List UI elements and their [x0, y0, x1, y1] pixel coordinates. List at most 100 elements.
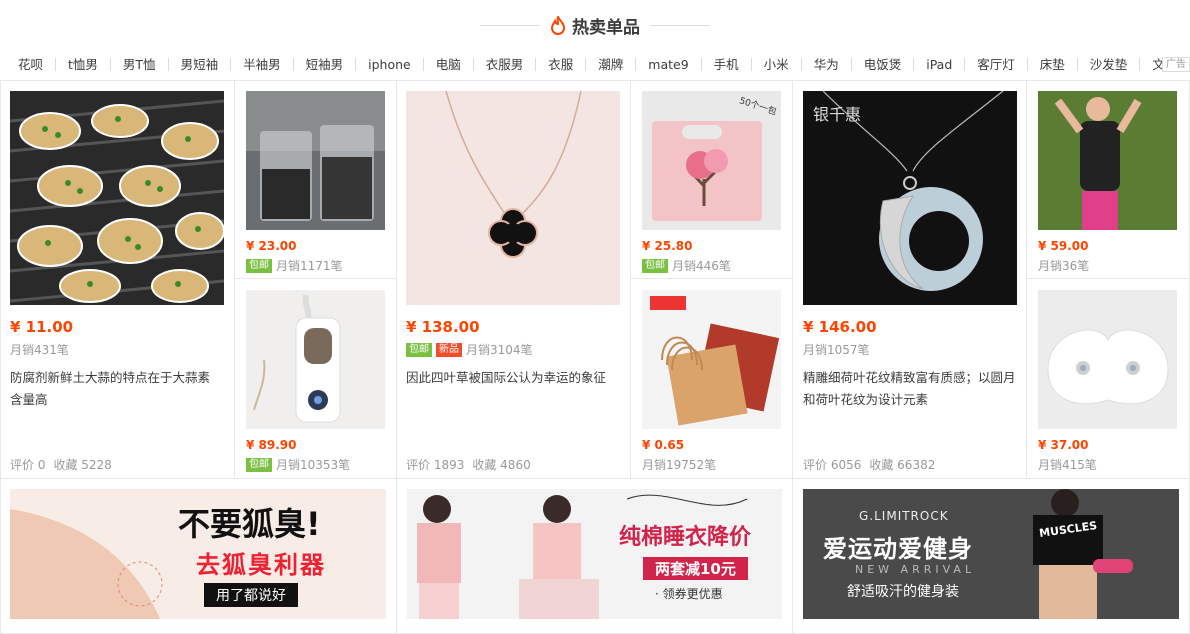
hot-tag[interactable]: 小米	[752, 57, 802, 71]
hot-tag[interactable]: 男T恤	[111, 57, 169, 71]
product-sales: 月销1057笔	[803, 341, 870, 358]
product-stats: 评价 0 收藏 5228	[10, 456, 120, 473]
product-sales: 月销36笔	[1038, 257, 1089, 274]
product-sales: 包邮 月销446笔	[642, 257, 731, 274]
hot-tag[interactable]: 手机	[702, 57, 752, 71]
sportswear-image[interactable]	[1038, 91, 1177, 230]
product-card-bag-pink[interactable]: 50个一包 ¥ 25.80 包邮 月销446笔	[631, 80, 793, 279]
banner-tag: · 领券更优惠	[655, 587, 723, 601]
product-price: ¥ 37.00	[1038, 438, 1089, 452]
divider-left	[480, 24, 540, 26]
product-stats: 评价 1893 收藏 4860	[406, 456, 539, 473]
hot-tag[interactable]: 华为	[802, 57, 852, 71]
product-price: ¥ 59.00	[1038, 239, 1089, 253]
rating-count: 评价 1893	[406, 458, 465, 472]
oyster-image[interactable]	[10, 91, 224, 305]
banner-card-fitness[interactable]: G.LIMITROCK 爱运动爱健身 NEW ARRIVAL 舒适吸汗的健身装 …	[793, 479, 1190, 634]
hot-tag[interactable]: 衣服男	[474, 57, 537, 71]
hot-tag[interactable]: iphone	[356, 57, 424, 71]
hot-tag[interactable]: 床垫	[1028, 57, 1078, 71]
hot-tag[interactable]: iPad	[914, 57, 966, 71]
product-card-charcoal[interactable]: ¥ 23.00 包邮 月销1171笔	[235, 80, 397, 279]
banner-subline: 去狐臭利器	[196, 551, 326, 579]
banner-fitness-image[interactable]: G.LIMITROCK 爱运动爱健身 NEW ARRIVAL 舒适吸汗的健身装 …	[803, 489, 1179, 619]
banner-headline: 纯棉睡衣降价	[619, 525, 752, 550]
banner-subline: NEW ARRIVAL	[855, 563, 976, 576]
earrings-image[interactable]	[1038, 290, 1177, 429]
bag-kraft-image[interactable]	[642, 290, 781, 429]
bag-pink-image[interactable]: 50个一包	[642, 91, 781, 230]
favorite-count: 收藏 66382	[869, 458, 936, 472]
product-price: ¥ 89.90	[246, 438, 297, 452]
product-price: ¥ 11.00	[10, 318, 74, 336]
flame-icon	[550, 15, 566, 35]
banner-headline: 爱运动爱健身	[823, 535, 973, 563]
new-item-badge: 新品	[436, 342, 462, 357]
product-card-pendant[interactable]: 银千惠 ¥ 146.00 月销1057笔 精雕细荷叶花纹精致富有质感；以圆月和荷…	[793, 80, 1027, 479]
product-sales: 月销19752笔	[642, 456, 716, 473]
hot-tag[interactable]: t恤男	[56, 57, 111, 71]
rating-count: 评价 6056	[803, 458, 862, 472]
sales-text: 月销1057笔	[803, 343, 870, 357]
hot-tag[interactable]: 衣服	[536, 57, 587, 71]
sales-text: 月销10353笔	[276, 458, 351, 472]
hot-tag[interactable]: 电脑	[424, 57, 474, 71]
banner-pajamas-image[interactable]: 纯棉睡衣降价 两套减10元 · 领券更优惠	[407, 489, 782, 619]
section-header: 热卖单品	[0, 0, 1190, 50]
product-sales: 包邮 月销1171笔	[246, 257, 343, 274]
banner-tag: 舒适吸汗的健身装	[847, 584, 959, 600]
product-price: ¥ 25.80	[642, 239, 693, 253]
banner-subline: 两套减10元	[643, 557, 748, 580]
product-sales: 月销415笔	[1038, 456, 1097, 473]
banner-headline: 不要狐臭!	[178, 505, 321, 543]
free-shipping-badge: 包邮	[246, 258, 272, 273]
product-stats: 评价 6056 收藏 66382	[803, 456, 943, 473]
pendant-image[interactable]: 银千惠	[803, 91, 1017, 305]
sales-text: 月销415笔	[1038, 458, 1097, 472]
product-sales: 包邮 月销10353笔	[246, 456, 350, 473]
sales-text: 月销36笔	[1038, 259, 1090, 273]
sales-text: 月销3104笔	[466, 343, 533, 357]
sales-text: 月销446笔	[672, 259, 731, 273]
product-grid: ¥ 11.00 月销431笔 防腐剂新鲜土大蒜的特点在于大蒜素含量高 评价 0 收…	[0, 80, 1190, 634]
hot-tag[interactable]: 沙发垫	[1078, 57, 1141, 71]
product-card-humidifier[interactable]: ¥ 89.90 包邮 月销10353笔	[235, 279, 397, 479]
charcoal-image[interactable]	[246, 91, 385, 230]
product-card-bag-kraft[interactable]: ¥ 0.65 月销19752笔	[631, 279, 793, 479]
banner-deodorant-image[interactable]: 不要狐臭! 去狐臭利器 用了都说好	[10, 489, 386, 619]
product-price: ¥ 146.00	[803, 318, 877, 336]
hot-tag[interactable]: 电饭煲	[852, 57, 915, 71]
product-description[interactable]: 防腐剂新鲜土大蒜的特点在于大蒜素含量高	[10, 367, 220, 411]
hot-tag[interactable]: 短袖男	[294, 57, 357, 71]
free-shipping-badge: 包邮	[406, 342, 432, 357]
humidifier-image[interactable]	[246, 290, 385, 429]
banner-card-deodorant[interactable]: 不要狐臭! 去狐臭利器 用了都说好	[0, 479, 397, 634]
product-card-earrings[interactable]: ¥ 37.00 月销415笔	[1027, 279, 1190, 479]
necklace-image[interactable]	[406, 91, 620, 305]
product-sales: 包邮 新品 月销3104笔	[406, 341, 533, 358]
hot-tags-bar: 花呗 t恤男 男T恤 男短袖 半袖男 短袖男 iphone 电脑 衣服男 衣服 潮牌 mate9 手机小…	[0, 50, 1190, 78]
product-card-sportswear[interactable]: ¥ 59.00 月销36笔	[1027, 80, 1190, 279]
product-card-oyster[interactable]: ¥ 11.00 月销431笔 防腐剂新鲜土大蒜的特点在于大蒜素含量高 评价 0 收…	[0, 80, 235, 479]
sales-text: 月销19752笔	[642, 458, 717, 472]
banner-brand: G.LIMITROCK	[859, 509, 949, 523]
hot-tag[interactable]: mate9	[636, 57, 702, 71]
hot-tag[interactable]: 潮牌	[586, 57, 637, 71]
favorite-count: 收藏 5228	[53, 458, 112, 472]
product-price: ¥ 0.65	[642, 438, 685, 452]
section-title-text: 热卖单品	[572, 17, 640, 38]
sales-text: 月销1171笔	[276, 259, 343, 273]
product-description[interactable]: 因此四叶草被国际公认为幸运的象征	[406, 367, 620, 389]
free-shipping-badge: 包邮	[642, 258, 668, 273]
hot-tag[interactable]: 花呗	[6, 57, 57, 71]
banner-tag: 用了都说好	[204, 583, 298, 607]
rating-count: 评价 0	[10, 458, 46, 472]
free-shipping-badge: 包邮	[246, 457, 272, 472]
hot-tag[interactable]: 半袖男	[231, 57, 294, 71]
product-card-necklace[interactable]: ¥ 138.00 包邮 新品 月销3104笔 因此四叶草被国际公认为幸运的象征 评价…	[397, 80, 631, 479]
product-description[interactable]: 精雕细荷叶花纹精致富有质感；以圆月和荷叶花纹为设计元素	[803, 367, 1017, 411]
hot-tag[interactable]: 客厅灯	[965, 57, 1028, 71]
hot-tag[interactable]: 男短袖	[169, 57, 232, 71]
banner-card-pajamas[interactable]: 纯棉睡衣降价 两套减10元 · 领券更优惠	[397, 479, 793, 634]
sales-text: 月销431笔	[10, 343, 69, 357]
